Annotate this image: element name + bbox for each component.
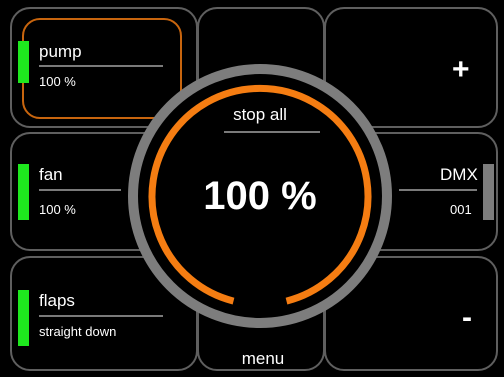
flaps-status-indicator: [18, 290, 29, 346]
pump-value: 100 %: [39, 74, 76, 89]
master-dial[interactable]: stop all 100 %: [127, 64, 393, 328]
increase-label: +: [452, 53, 470, 86]
fan-value: 100 %: [39, 202, 76, 217]
stop-all-button[interactable]: stop all: [127, 106, 393, 123]
decrease-label: -: [462, 301, 472, 334]
control-panel: pump 100 % fan 100 % flaps straight down…: [0, 0, 504, 377]
pump-status-indicator: [18, 41, 29, 83]
flaps-value: straight down: [39, 324, 117, 339]
menu-label: menu: [241, 349, 285, 368]
dmx-label: DMX: [440, 165, 478, 184]
stop-all-divider: [224, 131, 320, 133]
fan-divider: [39, 189, 121, 191]
master-value: 100 %: [203, 174, 317, 218]
flaps-label: flaps: [39, 291, 75, 310]
dmx-divider: [399, 189, 477, 191]
fan-status-indicator: [18, 164, 29, 220]
dmx-value: 001: [450, 202, 472, 217]
dmx-status-indicator: [483, 164, 494, 220]
fan-label: fan: [39, 165, 63, 184]
pump-label: pump: [39, 42, 82, 61]
